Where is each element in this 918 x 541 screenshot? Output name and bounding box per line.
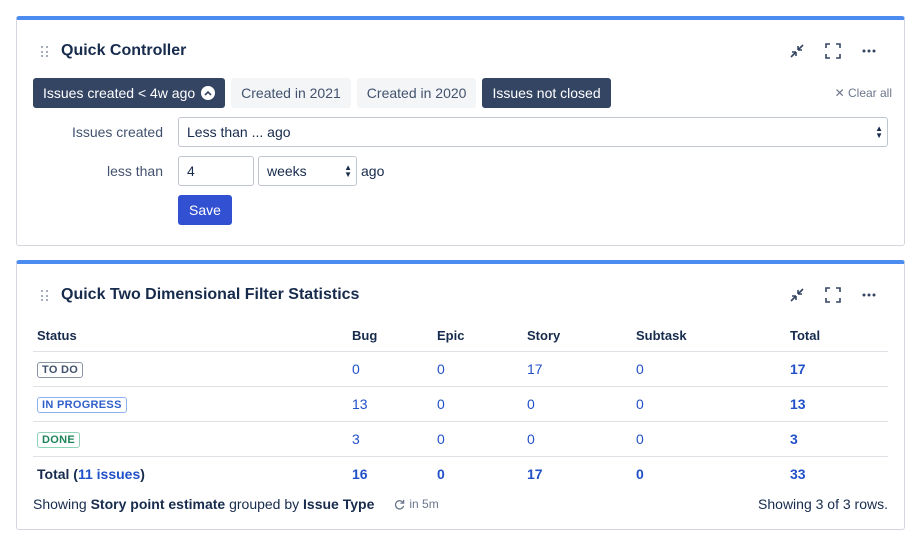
less-than-label: less than — [106, 163, 163, 179]
table-row: TO DO 0 0 17 0 17 — [33, 351, 888, 387]
footer-summary: Showing Story point estimate grouped by … — [33, 496, 374, 512]
total-count-link[interactable]: 0 — [437, 466, 445, 482]
clear-all-button[interactable]: ✕ Clear all — [835, 86, 892, 100]
footer-group-field: Issue Type — [303, 496, 375, 512]
row-total-link[interactable]: 17 — [790, 361, 806, 377]
count-link[interactable]: 0 — [527, 396, 535, 412]
more-options-icon[interactable] — [860, 42, 878, 60]
column-header[interactable]: Story — [523, 321, 632, 352]
column-header[interactable]: Bug — [348, 321, 433, 352]
filter-statistics-gadget: Quick Two Dimensional Filter Statistics … — [16, 260, 905, 530]
issues-created-select[interactable]: Less than ... ago ▲ ▼ — [178, 117, 888, 147]
status-badge: DONE — [37, 431, 80, 448]
refresh-icon — [395, 499, 405, 510]
filter-chips: Issues created < 4w ago Created in 2021 … — [33, 78, 611, 108]
count-link[interactable]: 0 — [636, 361, 644, 377]
filter-chip-created-2021[interactable]: Created in 2021 — [231, 78, 351, 108]
total-count-link[interactable]: 17 — [527, 466, 543, 482]
status-badge: TO DO — [37, 361, 84, 378]
count-link[interactable]: 0 — [437, 361, 445, 377]
count-link[interactable]: 0 — [527, 431, 535, 447]
count-link[interactable]: 0 — [636, 431, 644, 447]
status-cell: DONE — [33, 421, 348, 457]
chevron-up-icon — [201, 86, 216, 100]
issues-link[interactable]: 11 issues — [78, 466, 140, 482]
count-link[interactable]: 0 — [437, 396, 445, 412]
table-header-row: Status Bug Epic Story Subtask Total — [33, 321, 888, 352]
filter-chip-created-2020[interactable]: Created in 2020 — [356, 78, 477, 108]
statistics-table: Status Bug Epic Story Subtask Total TO D… — [33, 321, 888, 491]
filter-chip-label: Created in 2021 — [241, 85, 341, 101]
drag-handle-icon[interactable] — [41, 46, 49, 58]
rows-info: Showing 3 of 3 rows. — [758, 496, 888, 512]
total-label-cell: Total (11 issues) — [37, 465, 145, 482]
filter-chip-not-closed[interactable]: Issues not closed — [482, 78, 611, 108]
row-total-link[interactable]: 3 — [790, 431, 798, 447]
filter-chip-label: Created in 2020 — [366, 85, 467, 101]
gadget-actions — [788, 42, 878, 60]
table-row: IN PROGRESS 13 0 0 0 13 — [33, 386, 888, 422]
gadget-actions — [788, 286, 878, 304]
filter-chip-label: Issues not closed — [492, 85, 601, 101]
total-row: Total (11 issues) 16 0 17 0 33 — [33, 456, 888, 491]
column-header[interactable]: Status — [33, 321, 348, 352]
status-badge: IN PROGRESS — [37, 396, 127, 413]
filter-chip-label: Issues created < 4w ago — [43, 85, 196, 101]
footer-text: grouped by — [229, 496, 300, 512]
minimize-icon[interactable] — [788, 286, 806, 304]
minimize-icon[interactable] — [788, 42, 806, 60]
footer-text: Showing — [33, 496, 87, 512]
refresh-label: in 5m — [409, 497, 439, 511]
row-total-link[interactable]: 13 — [790, 396, 806, 412]
filter-chip-created-4w[interactable]: Issues created < 4w ago — [33, 78, 226, 108]
fullscreen-icon[interactable] — [824, 286, 842, 304]
issues-created-label: Issues created — [71, 124, 163, 140]
more-options-icon[interactable] — [860, 286, 878, 304]
drag-handle-icon[interactable] — [41, 290, 49, 302]
count-link[interactable]: 17 — [527, 361, 543, 377]
count-link[interactable]: 0 — [352, 361, 360, 377]
table-row: DONE 3 0 0 0 3 — [33, 421, 888, 457]
select-arrows-icon: ▲ ▼ — [875, 124, 883, 140]
quick-controller-gadget: Quick Controller Issues created < 4w ago… — [16, 16, 905, 246]
issues-created-value: Less than ... ago — [187, 124, 291, 140]
count-link[interactable]: 3 — [352, 431, 360, 447]
footer-field: Story point estimate — [90, 496, 226, 512]
count-link[interactable]: 13 — [352, 396, 368, 412]
column-header[interactable]: Subtask — [632, 321, 786, 352]
clear-all-label: Clear all — [847, 86, 892, 100]
ago-label: ago — [361, 163, 385, 179]
gadget-title: Quick Controller — [61, 42, 187, 59]
select-arrows-icon: ▲ ▼ — [344, 163, 352, 179]
save-button[interactable]: Save — [178, 195, 232, 225]
status-cell: IN PROGRESS — [33, 386, 348, 422]
count-link[interactable]: 0 — [437, 431, 445, 447]
column-header[interactable]: Total — [786, 321, 888, 352]
close-icon: ✕ — [834, 86, 845, 100]
refresh-indicator[interactable]: in 5m — [394, 497, 439, 511]
unit-value: weeks — [267, 163, 307, 179]
amount-input[interactable]: 4 — [178, 156, 254, 186]
total-label: Total — [37, 465, 70, 482]
statistics-footer: Showing Story point estimate grouped by … — [33, 496, 888, 512]
count-link[interactable]: 0 — [636, 396, 644, 412]
total-count-link[interactable]: 16 — [352, 466, 368, 482]
unit-select[interactable]: weeks ▲ ▼ — [258, 156, 357, 186]
grand-total-link[interactable]: 33 — [790, 466, 806, 482]
gadget-title: Quick Two Dimensional Filter Statistics — [61, 286, 360, 303]
total-count-link[interactable]: 0 — [636, 466, 644, 482]
column-header[interactable]: Epic — [433, 321, 523, 352]
status-cell: TO DO — [33, 351, 348, 387]
fullscreen-icon[interactable] — [824, 42, 842, 60]
